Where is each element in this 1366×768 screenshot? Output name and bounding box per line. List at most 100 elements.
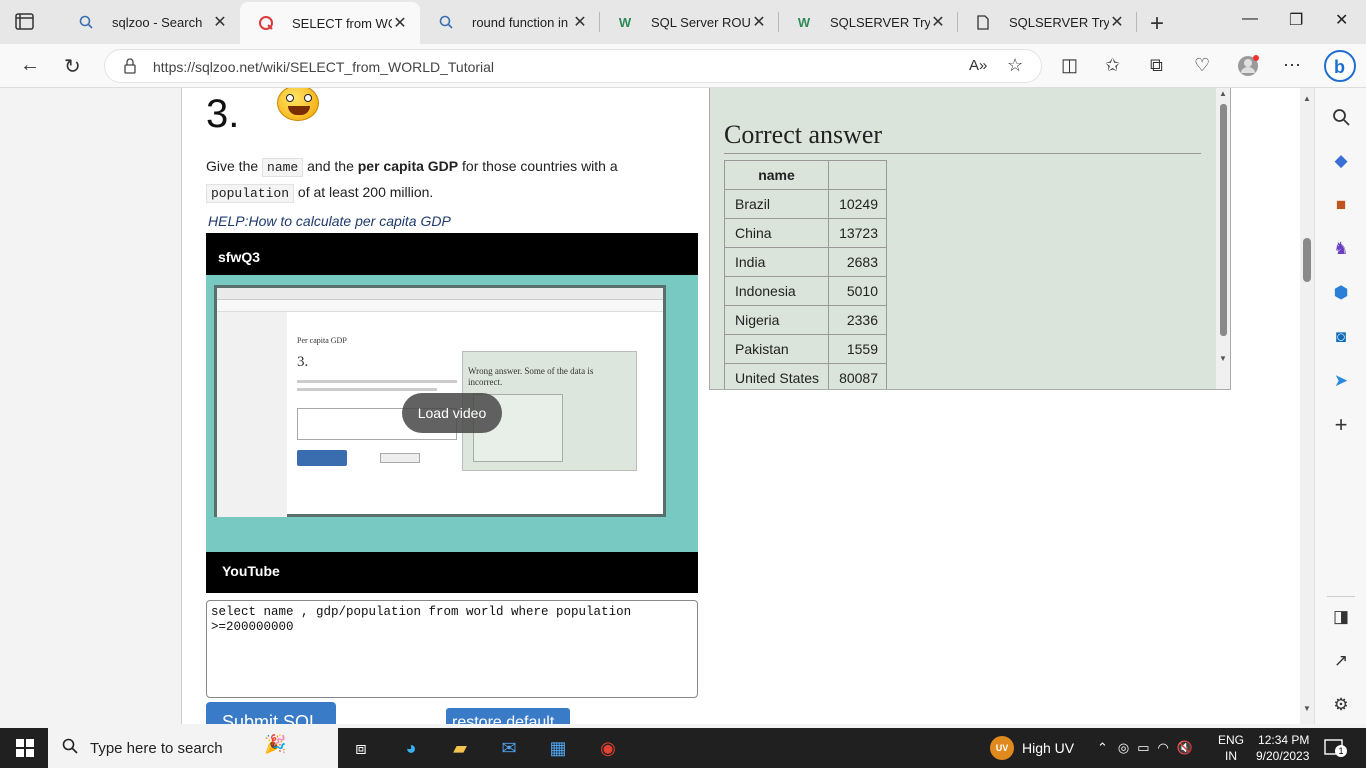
preview-number: 3. — [297, 354, 309, 370]
column-header: name — [724, 160, 829, 190]
cell-value: 5010 — [828, 276, 887, 306]
w3schools-icon: W — [618, 14, 632, 30]
chevron-up-icon[interactable]: ⌃ — [1097, 740, 1108, 756]
outlook-icon[interactable]: ◙ — [1330, 326, 1352, 348]
close-window-icon[interactable]: ✕ — [1335, 10, 1348, 30]
page-scroll-thumb[interactable] — [1303, 238, 1311, 282]
wifi-icon[interactable]: ◠ — [1158, 740, 1169, 756]
answer-scroll-thumb[interactable] — [1220, 104, 1227, 336]
microsoft-store-icon[interactable]: ▦ — [546, 737, 570, 759]
refresh-icon[interactable]: ↻ — [64, 54, 81, 79]
submit-sql-button[interactable]: Submit SQL — [206, 702, 336, 724]
code-name: name — [262, 158, 304, 177]
help-link[interactable]: HELP:How to calculate per capita GDP — [208, 213, 451, 229]
address-bar[interactable]: https://sqlzoo.net/wiki/SELECT_from_WORL… — [104, 49, 1042, 83]
drop-send-icon[interactable]: ➤ — [1330, 370, 1352, 392]
restore-window-icon[interactable]: ❐ — [1289, 10, 1303, 30]
url-text[interactable]: https://sqlzoo.net/wiki/SELECT_from_WORL… — [153, 59, 494, 75]
scroll-down-icon[interactable]: ▼ — [1303, 704, 1311, 713]
page-scrollbar[interactable]: ▲ ▼ — [1300, 88, 1314, 724]
cell-value: 2336 — [828, 305, 887, 335]
preview-page-title: Per capita GDP — [297, 336, 347, 345]
table-row: Indonesia 5010 — [724, 276, 887, 306]
profile-avatar-icon[interactable] — [1237, 55, 1259, 82]
browser-essentials-icon[interactable]: ♡ — [1194, 55, 1210, 76]
external-open-icon[interactable]: ↗ — [1330, 650, 1352, 672]
collections-icon[interactable]: ⧉ — [1150, 55, 1163, 76]
minimize-icon[interactable]: — — [1242, 10, 1258, 28]
column-header — [828, 160, 887, 190]
microsoft365-icon[interactable]: ⬢ — [1330, 282, 1352, 304]
sidebar-layout-icon[interactable]: ◨ — [1330, 606, 1352, 628]
chrome-icon[interactable]: ◉ — [596, 737, 620, 759]
add-sidebar-app-icon[interactable]: + — [1330, 412, 1352, 437]
battery-icon[interactable]: ▭ — [1137, 740, 1149, 756]
scroll-up-icon[interactable]: ▲ — [1219, 89, 1227, 98]
close-tab-icon[interactable]: ✕ — [392, 13, 408, 33]
volume-muted-icon[interactable]: 🔇 — [1177, 740, 1193, 756]
restore-default-button[interactable]: restore default — [446, 708, 570, 724]
back-icon[interactable]: ← — [20, 54, 40, 77]
tab-round-function[interactable]: round function in sql ✕ — [420, 0, 600, 44]
answer-scrollbar[interactable]: ▲ ▼ — [1216, 88, 1230, 389]
cell-value: 2683 — [828, 247, 887, 277]
settings-gear-icon[interactable]: ⚙ — [1330, 694, 1352, 716]
answer-table: name Brazil 10249 China 13723 India 2683 In… — [724, 160, 887, 389]
close-tab-icon[interactable]: ✕ — [212, 12, 228, 32]
smiley-icon — [277, 88, 319, 121]
lock-icon[interactable] — [123, 57, 137, 80]
weather-widget[interactable]: UV High UV — [990, 728, 1074, 768]
split-screen-icon[interactable]: ◫ — [1061, 55, 1078, 76]
more-menu-icon[interactable]: ⋯ — [1283, 55, 1301, 76]
table-row: Brazil 10249 — [724, 189, 887, 219]
close-tab-icon[interactable]: ✕ — [572, 12, 588, 32]
close-tab-icon[interactable]: ✕ — [930, 12, 946, 32]
question-number: 3. — [206, 92, 240, 136]
favorites-icon[interactable]: ✩ — [1105, 55, 1120, 76]
tab-select-from-world[interactable]: SELECT from WORLD Tutorial ✕ — [240, 2, 420, 44]
new-tab-icon[interactable]: + — [1150, 10, 1164, 38]
w3schools-icon: W — [797, 14, 811, 30]
tray-icons[interactable]: ⌃ ◎ ▭ ◠ 🔇 — [1097, 728, 1193, 768]
games-icon[interactable]: ♞ — [1330, 238, 1352, 260]
tools-briefcase-icon[interactable]: ■ — [1330, 194, 1352, 216]
tab-sqlzoo-search[interactable]: sqlzoo - Search ✕ — [60, 0, 240, 44]
answer-panel: Correct answer name Brazil 10249 China 137… — [709, 88, 1231, 390]
read-aloud-icon[interactable]: A» — [969, 57, 987, 74]
sqlzoo-icon — [258, 15, 274, 31]
load-video-button[interactable]: Load video — [402, 393, 502, 433]
video-embed: sfwQ3 Per capita GDP 3. Wrong answer. So… — [206, 233, 698, 593]
search-icon[interactable] — [1330, 106, 1352, 128]
sql-query-input[interactable]: select name , gdp/population from world … — [206, 600, 698, 698]
tab-sqlserver-tryit[interactable]: W SQLSERVER Tryit ✕ — [778, 0, 958, 44]
meet-now-icon[interactable]: ◎ — [1118, 740, 1129, 756]
tab-sqlserver-tryit-2[interactable]: SQLSERVER Tryit ✕ — [957, 0, 1137, 44]
scroll-down-icon[interactable]: ▼ — [1219, 354, 1227, 363]
close-tab-icon[interactable]: ✕ — [751, 12, 767, 32]
language-indicator[interactable]: ENG IN — [1218, 728, 1244, 768]
search-icon — [438, 14, 454, 30]
question-bold: per capita GDP — [357, 158, 459, 174]
edge-browser-icon[interactable]: ◕ — [399, 737, 423, 759]
web-content: 3. Give the name and the per capita GDP … — [0, 88, 1314, 724]
tab-sql-server-round[interactable]: W SQL Server ROUND ✕ — [599, 0, 779, 44]
notification-center-icon[interactable]: 1 — [1324, 728, 1347, 768]
language-text: ENG — [1218, 733, 1245, 747]
shopping-tag-icon[interactable]: ◆ — [1330, 150, 1352, 172]
taskbar-search[interactable]: Type here to search 🎉 — [48, 728, 338, 768]
close-tab-icon[interactable]: ✕ — [1109, 12, 1125, 32]
question-text-part: of at least 200 million. — [294, 184, 434, 200]
windows-start-icon[interactable] — [13, 737, 37, 759]
task-view-icon[interactable]: ⧈ — [349, 737, 373, 759]
scroll-up-icon[interactable]: ▲ — [1303, 94, 1311, 103]
svg-text:b: b — [1334, 57, 1345, 77]
video-thumbnail[interactable]: Per capita GDP 3. Wrong answer. Some of … — [206, 275, 698, 552]
bing-copilot-icon[interactable]: b — [1324, 50, 1356, 87]
clock[interactable]: 12:34 PM 9/20/2023 — [1256, 728, 1309, 768]
mail-icon[interactable]: ✉ — [497, 737, 521, 759]
file-explorer-icon[interactable]: ▰ — [448, 737, 472, 759]
favorite-star-icon[interactable]: ☆ — [1007, 55, 1023, 76]
youtube-label[interactable]: YouTube — [222, 563, 280, 579]
tab-title: SQLSERVER Tryit — [830, 14, 930, 30]
tab-actions-icon[interactable] — [14, 12, 36, 32]
